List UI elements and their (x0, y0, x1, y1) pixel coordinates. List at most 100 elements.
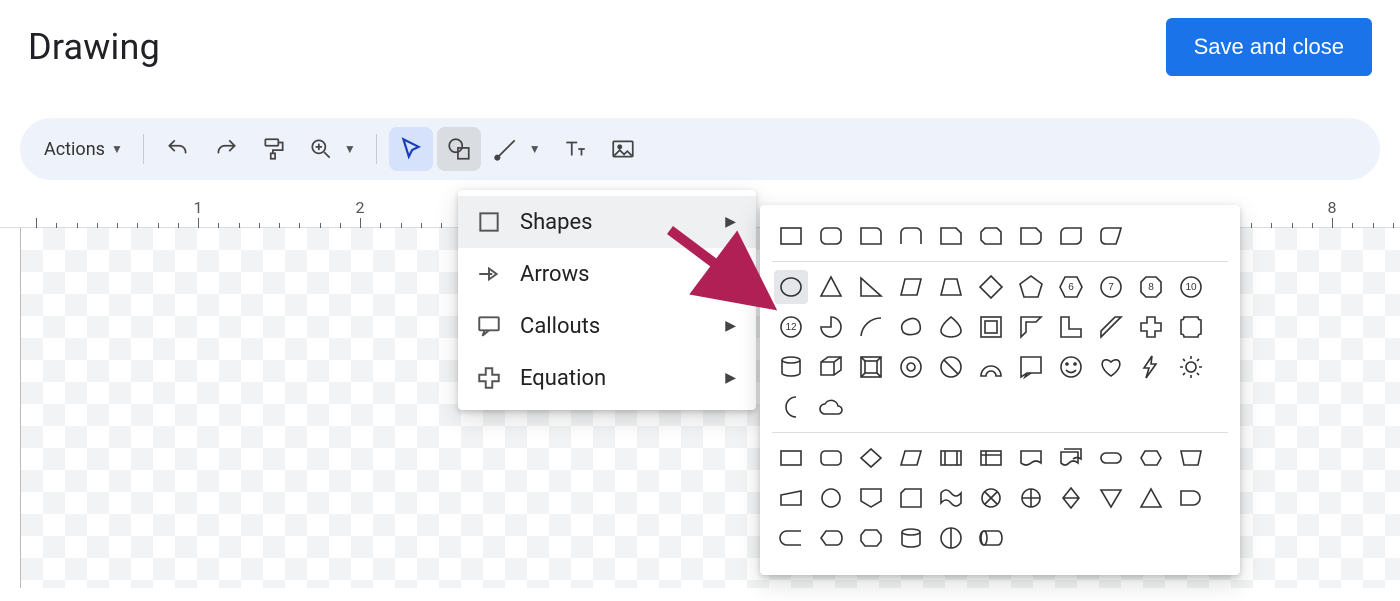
shape-fc-manual[interactable] (1174, 441, 1208, 475)
shape-blob[interactable] (894, 310, 928, 344)
fc-direct-icon (978, 525, 1004, 551)
shape-lightning[interactable] (1134, 350, 1168, 384)
page-title: Drawing (28, 26, 160, 68)
shape-ellipse[interactable] (774, 270, 808, 304)
text-box-button[interactable] (553, 127, 597, 171)
shape-folded[interactable] (1014, 350, 1048, 384)
shape-fc-tape[interactable] (934, 481, 968, 515)
menu-item-arrows[interactable]: Arrows ▶ (458, 248, 756, 300)
shape-pentagon[interactable] (1014, 270, 1048, 304)
shape-heptagon-7[interactable]: 7 (1094, 270, 1128, 304)
shape-diamond[interactable] (974, 270, 1008, 304)
actions-label: Actions (44, 139, 105, 160)
shape-fc-decision[interactable] (854, 441, 888, 475)
shape-arc[interactable] (854, 310, 888, 344)
shape-fc-data[interactable] (894, 441, 928, 475)
fc-sum-icon (1018, 485, 1044, 511)
shape-plaque[interactable] (1174, 310, 1208, 344)
shape-parallelogram[interactable] (894, 270, 928, 304)
shape-fc-extract[interactable] (1134, 481, 1168, 515)
shape-cylinder[interactable] (774, 350, 808, 384)
shape-hexagon-6[interactable]: 6 (1054, 270, 1088, 304)
menu-item-callouts[interactable]: Callouts ▶ (458, 300, 756, 352)
shape-tool-button[interactable] (437, 127, 481, 171)
shape-right-triangle[interactable] (854, 270, 888, 304)
caret-down-icon: ▼ (529, 142, 541, 156)
shape-round-rect[interactable] (814, 219, 848, 253)
shape-category-menu: Shapes ▶ Arrows ▶ Callouts ▶ Equation ▶ (458, 190, 756, 410)
shape-cloud[interactable] (814, 390, 848, 424)
shape-rect[interactable] (774, 219, 808, 253)
paint-format-button[interactable] (252, 127, 296, 171)
shape-decagon-10[interactable]: 10 (1174, 270, 1208, 304)
zoom-dropdown[interactable]: ▼ (300, 127, 364, 171)
shape-snip-round[interactable] (1014, 219, 1048, 253)
shape-fc-predef[interactable] (934, 441, 968, 475)
shape-octagon-8[interactable]: 8 (1134, 270, 1168, 304)
shape-heart[interactable] (1094, 350, 1128, 384)
shape-fc-db[interactable] (894, 521, 928, 555)
shape-snip-rect-2[interactable] (974, 219, 1008, 253)
shape-fc-process[interactable] (774, 441, 808, 475)
shape-fc-junction[interactable] (974, 481, 1008, 515)
shape-fc-manual-in[interactable] (774, 481, 808, 515)
shape-fc-storage[interactable] (774, 521, 808, 555)
shape-bevel[interactable] (854, 350, 888, 384)
shape-fc-sort[interactable] (1054, 481, 1088, 515)
shape-fc-delay[interactable] (1174, 481, 1208, 515)
shape-fc-disk[interactable] (934, 521, 968, 555)
shape-drop[interactable] (934, 310, 968, 344)
shape-l-shape[interactable] (1054, 310, 1088, 344)
shape-fc-alt[interactable] (814, 441, 848, 475)
chevron-right-icon: ▶ (725, 318, 736, 334)
save-and-close-button[interactable]: Save and close (1166, 18, 1372, 76)
shape-fc-terminator[interactable] (1094, 441, 1128, 475)
cube-icon (818, 354, 844, 380)
shape-triangle[interactable] (814, 270, 848, 304)
shape-fc-internal[interactable] (974, 441, 1008, 475)
shape-fc-card[interactable] (894, 481, 928, 515)
shape-teardrop-rect[interactable] (1094, 219, 1128, 253)
line-tool-dropdown[interactable]: ▼ (485, 127, 549, 171)
shape-snip-rect[interactable] (934, 219, 968, 253)
shape-round-rect-single[interactable] (854, 219, 888, 253)
fc-data-icon (898, 445, 924, 471)
shape-cross[interactable] (1134, 310, 1168, 344)
svg-text:7: 7 (1108, 282, 1114, 293)
shape-no-sign[interactable] (934, 350, 968, 384)
shape-fc-display[interactable] (814, 521, 848, 555)
shape-fc-document[interactable] (1014, 441, 1048, 475)
shape-diag-stripe[interactable] (1094, 310, 1128, 344)
shape-trapezoid[interactable] (934, 270, 968, 304)
shape-fc-direct[interactable] (974, 521, 1008, 555)
diag-stripe-icon (1098, 314, 1124, 340)
shape-dodecagon-12[interactable]: 12 (774, 310, 808, 344)
shape-round-rect-top[interactable] (894, 219, 928, 253)
redo-button[interactable] (204, 127, 248, 171)
undo-button[interactable] (156, 127, 200, 171)
shape-cube[interactable] (814, 350, 848, 384)
hexagon-6-icon: 6 (1058, 274, 1084, 300)
shape-sun[interactable] (1174, 350, 1208, 384)
shape-frame[interactable] (974, 310, 1008, 344)
shape-fc-connector[interactable] (814, 481, 848, 515)
image-button[interactable] (601, 127, 645, 171)
menu-item-equation[interactable]: Equation ▶ (458, 352, 756, 404)
drawing-toolbar: Actions ▼ ▼ ▼ (20, 118, 1380, 180)
select-tool-button[interactable] (389, 127, 433, 171)
shape-moon[interactable] (774, 390, 808, 424)
shape-fc-hex[interactable] (1134, 441, 1168, 475)
shape-round-diag[interactable] (1054, 219, 1088, 253)
shape-pie[interactable] (814, 310, 848, 344)
shape-fc-loop[interactable] (854, 521, 888, 555)
shape-fc-multidoc[interactable] (1054, 441, 1088, 475)
shape-fc-merge[interactable] (1094, 481, 1128, 515)
menu-item-shapes[interactable]: Shapes ▶ (458, 196, 756, 248)
shape-half-frame[interactable] (1014, 310, 1048, 344)
shape-donut[interactable] (894, 350, 928, 384)
shape-fc-sum[interactable] (1014, 481, 1048, 515)
shape-block-arc[interactable] (974, 350, 1008, 384)
shape-fc-offpage[interactable] (854, 481, 888, 515)
actions-dropdown[interactable]: Actions ▼ (36, 127, 131, 171)
shape-smiley[interactable] (1054, 350, 1088, 384)
